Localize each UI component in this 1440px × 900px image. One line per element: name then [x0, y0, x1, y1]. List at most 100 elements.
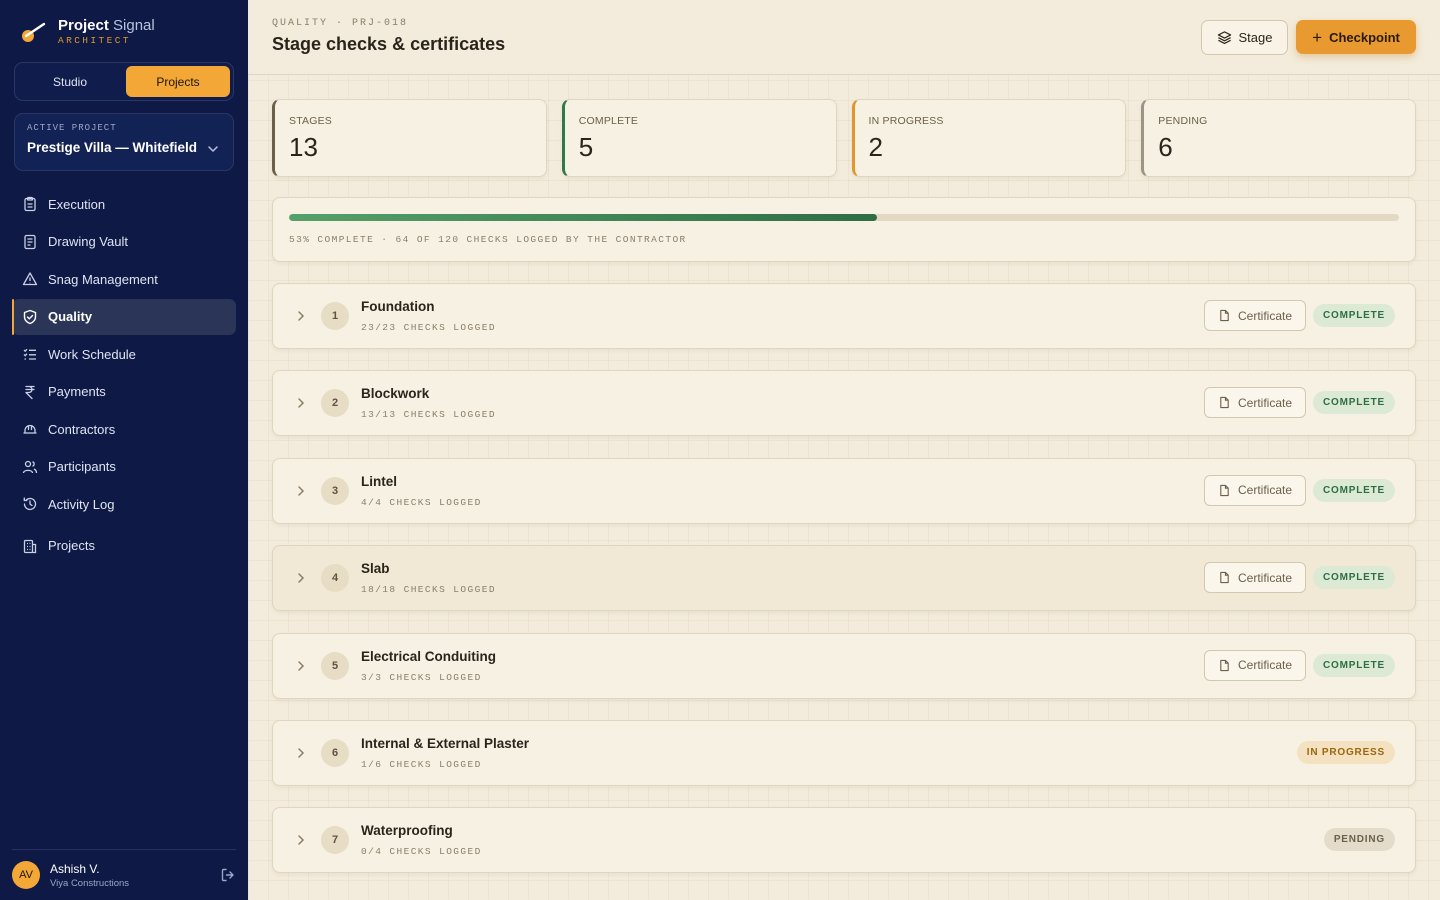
stat-card-pending: PENDING 6 — [1141, 99, 1416, 177]
stage-row[interactable]: 3 Lintel 4/4 CHECKS LOGGED Certificate COMPL… — [272, 457, 1416, 524]
chevron-right-icon[interactable] — [295, 572, 307, 584]
studio-tab[interactable]: Studio — [18, 66, 122, 97]
signal-logo-icon — [20, 19, 46, 45]
stats-row: STAGES 13 COMPLETE 5 IN PROGRESS 2 PENDI… — [272, 99, 1416, 177]
breadcrumb: QUALITY · PRJ-018 — [272, 18, 409, 29]
active-project-name: Prestige Villa — Whitefield — [27, 140, 198, 155]
stage-number: 5 — [321, 651, 349, 680]
stage-checks-count: 1/6 CHECKS LOGGED — [361, 758, 482, 770]
progress-track — [289, 214, 1399, 221]
file-icon — [1220, 309, 1229, 322]
logout-icon[interactable] — [220, 867, 236, 883]
layers-icon — [1217, 31, 1231, 45]
certificate-button[interactable]: Certificate — [1204, 649, 1306, 681]
status-badge: COMPLETE — [1313, 304, 1395, 327]
brand-title: Project Signal — [58, 17, 155, 35]
status-badge: COMPLETE — [1313, 478, 1395, 502]
nav-item-contractors[interactable]: Contractors — [12, 411, 236, 447]
stat-card-in-progress: IN PROGRESS 2 — [851, 99, 1127, 177]
rupee-icon — [25, 385, 35, 399]
stage-name: Foundation — [361, 299, 435, 314]
progress-caption: 53% COMPLETE · 64 OF 120 CHECKS LOGGED B… — [289, 234, 687, 245]
user-name: Ashish V. — [50, 861, 100, 876]
status-badge: COMPLETE — [1313, 653, 1395, 677]
main-content: QUALITY · PRJ-018 Stage checks & certifi… — [248, 0, 1440, 900]
stage-checks-count: 18/18 CHECKS LOGGED — [361, 584, 496, 596]
nav-label: Drawing Vault — [48, 234, 128, 249]
chevron-right-icon[interactable] — [295, 397, 307, 409]
chevron-right-icon[interactable] — [295, 485, 307, 497]
certificate-button[interactable]: Certificate — [1204, 562, 1306, 594]
nav-label: Execution — [48, 196, 106, 212]
stage-row[interactable]: 2 Blockwork 13/13 CHECKS LOGGED Certificate… — [272, 370, 1416, 437]
nav-item-execution[interactable]: Execution — [12, 186, 236, 222]
certificate-button[interactable]: Certificate — [1204, 474, 1306, 506]
stage-name: Blockwork — [361, 386, 430, 402]
status-badge: IN PROGRESS — [1296, 740, 1395, 764]
nav-item-work-schedule[interactable]: Work Schedule — [12, 336, 236, 372]
nav-item-quality[interactable]: Quality — [12, 298, 236, 335]
sidebar: Project Signal ARCHITECT Studio Projects… — [0, 0, 248, 900]
chevron-down-icon — [208, 146, 218, 153]
stage-name: Electrical Conduiting — [361, 648, 497, 664]
stage-name: Internal & External Plaster — [361, 735, 530, 751]
stage-name: Slab — [361, 561, 390, 577]
file-icon — [1220, 659, 1229, 671]
overall-progress: 53% COMPLETE · 64 OF 120 CHECKS LOGGED B… — [272, 197, 1416, 262]
nav-label: Projects — [48, 538, 95, 553]
active-project-selector[interactable]: ACTIVE PROJECT Prestige Villa — Whitefie… — [14, 113, 234, 171]
mode-switch: Studio Projects — [14, 62, 234, 101]
stage-row[interactable]: 1 Foundation 23/23 CHECKS LOGGED Certificat… — [272, 283, 1416, 349]
nav-item-activity-log[interactable]: Activity Log — [12, 486, 236, 522]
nav-item-participants[interactable]: Participants — [12, 449, 236, 485]
stage-list: 1 Foundation 23/23 CHECKS LOGGED Certificat… — [272, 283, 1416, 895]
nav-item-snag-management[interactable]: Snag Management — [12, 261, 236, 297]
avatar: AV — [12, 861, 40, 889]
chevron-right-icon[interactable] — [295, 310, 307, 322]
nav-label: Snag Management — [48, 271, 158, 287]
nav-item-payments[interactable]: Payments — [12, 374, 236, 410]
chevron-right-icon[interactable] — [295, 834, 307, 846]
certificate-button[interactable]: Certificate — [1204, 387, 1306, 419]
add-checkpoint-button[interactable]: + Checkpoint — [1296, 20, 1416, 54]
stat-card-stages: STAGES 13 — [272, 99, 547, 177]
main-nav: Execution Drawing Vault Snag Management … — [12, 186, 236, 565]
shield-check-icon — [23, 309, 37, 324]
stage-row[interactable]: 7 Waterproofing 0/4 CHECKS LOGGED PENDING — [272, 807, 1416, 874]
user-profile[interactable]: AV Ashish V. Viya Constructions — [12, 849, 236, 900]
add-stage-button[interactable]: Stage — [1201, 20, 1288, 55]
chevron-right-icon[interactable] — [295, 660, 307, 672]
hard-hat-icon — [23, 424, 37, 434]
status-badge: COMPLETE — [1313, 391, 1395, 415]
nav-label: Work Schedule — [48, 346, 136, 362]
progress-fill — [289, 214, 878, 221]
stage-number: 2 — [321, 389, 349, 418]
page-title: Stage checks & certificates — [272, 34, 506, 54]
nav-label: Quality — [48, 309, 93, 324]
projects-tab[interactable]: Projects — [126, 66, 230, 97]
active-project-label: ACTIVE PROJECT — [27, 123, 117, 133]
users-icon — [22, 460, 38, 473]
checklist-icon — [23, 348, 36, 360]
brand[interactable]: Project Signal ARCHITECT — [20, 16, 155, 48]
nav-label: Payments — [48, 384, 106, 399]
nav-item-projects[interactable]: Projects — [12, 528, 236, 564]
page-header: QUALITY · PRJ-018 Stage checks & certifi… — [248, 0, 1440, 75]
stage-number: 7 — [321, 826, 349, 855]
stage-number: 1 — [321, 302, 349, 330]
status-badge: PENDING — [1323, 828, 1395, 852]
warning-triangle-icon — [22, 272, 38, 286]
stage-row[interactable]: 6 Internal & External Plaster 1/6 CHECKS L… — [272, 719, 1416, 786]
stat-card-complete: COMPLETE 5 — [561, 99, 837, 177]
chevron-right-icon[interactable] — [295, 747, 307, 759]
nav-label: Participants — [48, 459, 116, 474]
status-badge: COMPLETE — [1313, 566, 1395, 590]
certificate-button[interactable]: Certificate — [1204, 300, 1306, 331]
nav-item-drawing-vault[interactable]: Drawing Vault — [12, 224, 236, 260]
stage-checks-count: 0/4 CHECKS LOGGED — [361, 846, 482, 858]
file-icon — [1220, 484, 1229, 496]
history-icon — [23, 497, 37, 511]
file-icon — [1220, 397, 1229, 409]
stage-row[interactable]: 4 Slab 18/18 CHECKS LOGGED Certificate COMPL… — [272, 545, 1416, 612]
stage-row[interactable]: 5 Electrical Conduiting 3/3 CHECKS LOGGED C… — [272, 632, 1416, 699]
